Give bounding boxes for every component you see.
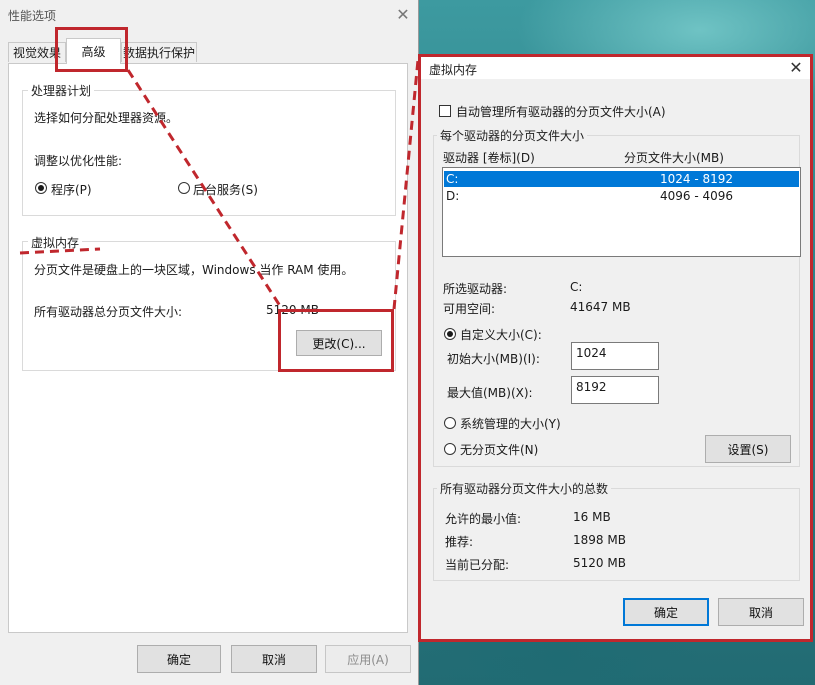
annotation-dashed-lines [19, 59, 420, 310]
dashed-connector [126, 69, 284, 310]
dashed-connector [392, 59, 420, 310]
dashed-underline [19, 247, 101, 255]
tab-advanced[interactable]: 高级 [66, 38, 121, 64]
